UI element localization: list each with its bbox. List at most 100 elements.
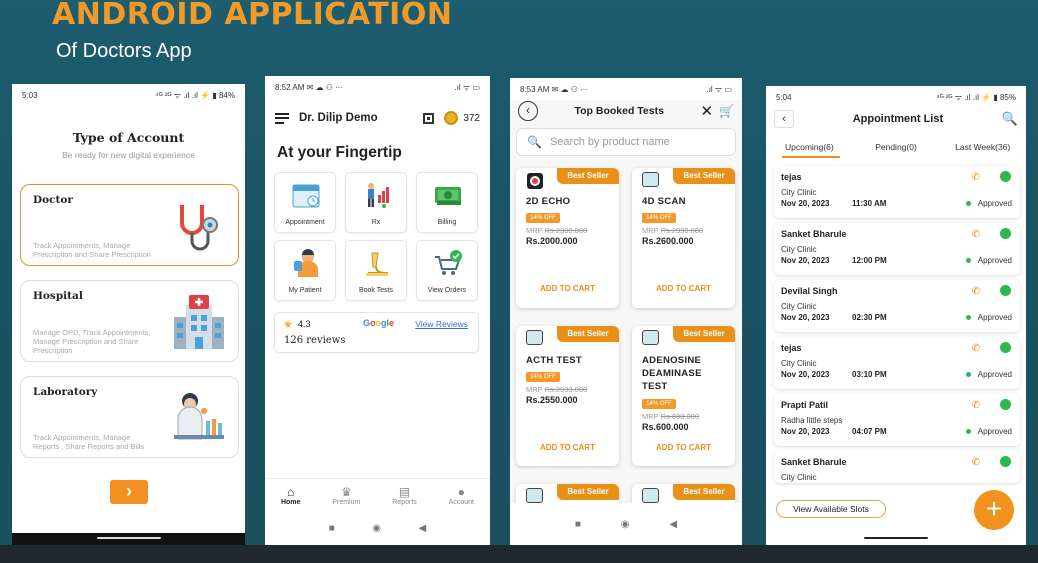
tab-upcoming[interactable]: Upcoming(6) xyxy=(766,142,853,152)
prescription-icon xyxy=(368,183,389,208)
status-icons: .ıl ᯤ ▭ xyxy=(706,84,732,94)
coin-icon xyxy=(444,111,459,125)
app-header: Dr. Dilip Demo 372 xyxy=(275,106,480,130)
status-icons: .ıl ᯤ ▭ xyxy=(454,82,480,92)
add-to-cart-button[interactable]: ADD TO CART xyxy=(516,443,619,452)
appointment-date: Nov 20, 2023 xyxy=(781,256,830,265)
status-label: Approved xyxy=(966,313,1012,322)
test-card[interactable]: Best Seller 2D ECHO 14% OFF MRP Rs.2300.… xyxy=(516,168,619,308)
appointment-row[interactable]: Prapti Patil Radha little steps Nov 20, … xyxy=(774,394,1020,446)
tile-my-patient[interactable]: My Patient xyxy=(274,240,336,301)
account-name: Hospital xyxy=(33,290,83,302)
page-title: Type of Account xyxy=(72,130,185,145)
phone-icon[interactable]: ✆ xyxy=(972,286,980,297)
appointment-row[interactable]: Sanket Bharule City Clinic Nov 20, 2023 … xyxy=(774,223,1020,275)
tile-billing[interactable]: Billing xyxy=(416,172,478,233)
whatsapp-icon[interactable] xyxy=(1000,228,1011,239)
nav-reports[interactable]: ▤ Reports xyxy=(392,479,417,514)
whatsapp-icon[interactable] xyxy=(1000,285,1011,296)
search-icon[interactable]: 🔍 xyxy=(1002,111,1018,127)
appointment-date: Nov 20, 2023 xyxy=(781,313,830,322)
bottom-navigation: ⌂ Home ♛ Premium ▤ Reports ● Account xyxy=(265,478,490,514)
test-card[interactable]: Best Seller 4D SCAN 14% OFF MRP Rs.2990.… xyxy=(632,168,735,308)
account-option-hospital[interactable]: Hospital Manage OPD, Track Appointments,… xyxy=(20,280,239,362)
cart-icon[interactable]: 🛒 xyxy=(719,104,734,118)
phone-icon[interactable]: ✆ xyxy=(972,457,980,468)
bottom-strip xyxy=(0,545,1038,563)
sale-price: Rs.2000.000 xyxy=(526,236,578,246)
status-time: 5:04 xyxy=(776,92,792,102)
test-card[interactable]: Best Seller ADENOSINE DEAMINASE TEST 14%… xyxy=(632,326,735,466)
account-name: Doctor xyxy=(33,194,73,206)
view-available-slots-button[interactable]: View Available Slots xyxy=(776,500,886,518)
home-circle-icon[interactable]: ◉ xyxy=(621,519,630,530)
whatsapp-icon[interactable] xyxy=(1000,171,1011,182)
close-icon[interactable]: ✕ xyxy=(700,102,713,120)
gesture-bar xyxy=(766,533,1026,545)
add-to-cart-button[interactable]: ADD TO CART xyxy=(632,443,735,452)
clinic-name: City Clinic xyxy=(781,359,817,368)
back-arrow-icon[interactable]: ‹ xyxy=(518,101,538,121)
add-appointment-button[interactable]: + xyxy=(974,490,1014,530)
status-label: Approved xyxy=(966,427,1012,436)
tab-last-week[interactable]: Last Week(36) xyxy=(939,142,1026,152)
appointment-row[interactable]: tejas City Clinic Nov 20, 2023 03:10 PM … xyxy=(774,337,1020,389)
recents-icon[interactable]: ■ xyxy=(329,523,335,534)
back-triangle-icon[interactable]: ◀ xyxy=(419,523,427,534)
nav-home[interactable]: ⌂ Home xyxy=(281,479,300,514)
tile-book-tests[interactable]: Book Tests xyxy=(345,240,407,301)
patient-name: Prapti Patil xyxy=(781,400,829,410)
best-seller-badge: Best Seller xyxy=(673,326,735,342)
appointment-date: Nov 20, 2023 xyxy=(781,370,830,379)
account-option-doctor[interactable]: Doctor Track Appointments, Manage Prescr… xyxy=(20,184,239,266)
back-arrow-icon[interactable]: ‹ xyxy=(774,110,794,128)
phone-icon[interactable]: ✆ xyxy=(972,343,980,354)
nav-premium[interactable]: ♛ Premium xyxy=(332,479,360,514)
recents-icon[interactable]: ■ xyxy=(575,519,581,530)
appointment-time: 02:30 PM xyxy=(852,313,887,322)
whatsapp-icon[interactable] xyxy=(1000,456,1011,467)
appointment-row[interactable]: tejas City Clinic Nov 20, 2023 11:30 AM … xyxy=(774,166,1020,218)
sale-price: Rs.2600.000 xyxy=(642,236,694,246)
whatsapp-icon[interactable] xyxy=(1000,399,1011,410)
add-to-cart-button[interactable]: ADD TO CART xyxy=(516,284,619,293)
search-icon: 🔍 xyxy=(527,135,542,149)
calendar-icon xyxy=(292,184,320,208)
back-triangle-icon[interactable]: ◀ xyxy=(669,519,677,530)
test-card[interactable]: Best Seller ACTH TEST 14% OFF MRP Rs.293… xyxy=(516,326,619,466)
phone-top-booked-tests: 8:53 AM ✉ ☁ ⚇ ··· .ıl ᯤ ▭ ‹ Top Booked T… xyxy=(510,78,742,545)
whatsapp-icon[interactable] xyxy=(1000,342,1011,353)
account-option-laboratory[interactable]: Laboratory Track Appointments, Manage Re… xyxy=(20,376,239,458)
tile-label: Billing xyxy=(437,219,457,226)
appointment-row[interactable]: Sanket Bharule City Clinic ✆ xyxy=(774,451,1020,483)
view-reviews-link[interactable]: View Reviews xyxy=(415,319,468,329)
account-icon: ● xyxy=(457,485,465,499)
google-reviews-card: ★ 4.3 Google View Reviews 126 reviews xyxy=(274,312,479,353)
search-placeholder: Search by product name xyxy=(549,136,670,148)
appointment-row[interactable]: Devilal Singh City Clinic Nov 20, 2023 0… xyxy=(774,280,1020,332)
search-bar[interactable]: 🔍 Search by product name xyxy=(516,128,736,156)
qr-code-icon[interactable] xyxy=(423,112,435,124)
sale-price: Rs.600.000 xyxy=(642,422,689,432)
banner-title: ANDROID APPLICATION xyxy=(52,0,453,32)
tile-appointment[interactable]: Appointment xyxy=(274,172,336,233)
home-circle-icon[interactable]: ◉ xyxy=(372,523,381,534)
tile-rx[interactable]: Rx xyxy=(345,172,407,233)
nav-account[interactable]: ● Account xyxy=(449,479,474,514)
account-name: Laboratory xyxy=(33,386,98,398)
tile-view-orders[interactable]: View Orders xyxy=(416,240,478,301)
tab-pending[interactable]: Pending(0) xyxy=(853,142,940,152)
status-time: 5:03 xyxy=(22,90,38,100)
phone-appointment-list: 5:04 ⁴ᴳ ²ᴳ ᯤ .ıl .ıl ⚡ ▮ 85% ‹ Appointme… xyxy=(766,86,1026,545)
appointment-time: 04:07 PM xyxy=(852,427,887,436)
nav-label: Reports xyxy=(392,499,417,506)
next-button[interactable]: › xyxy=(110,480,148,504)
home-icon: ⌂ xyxy=(287,485,295,499)
phone-icon[interactable]: ✆ xyxy=(972,400,980,411)
page-subtitle: Be ready for new digital experience xyxy=(62,150,195,160)
add-to-cart-button[interactable]: ADD TO CART xyxy=(632,284,735,293)
menu-icon[interactable] xyxy=(275,112,289,124)
phone-icon[interactable]: ✆ xyxy=(972,229,980,240)
patient-name: tejas xyxy=(781,172,802,182)
phone-icon[interactable]: ✆ xyxy=(972,172,980,183)
